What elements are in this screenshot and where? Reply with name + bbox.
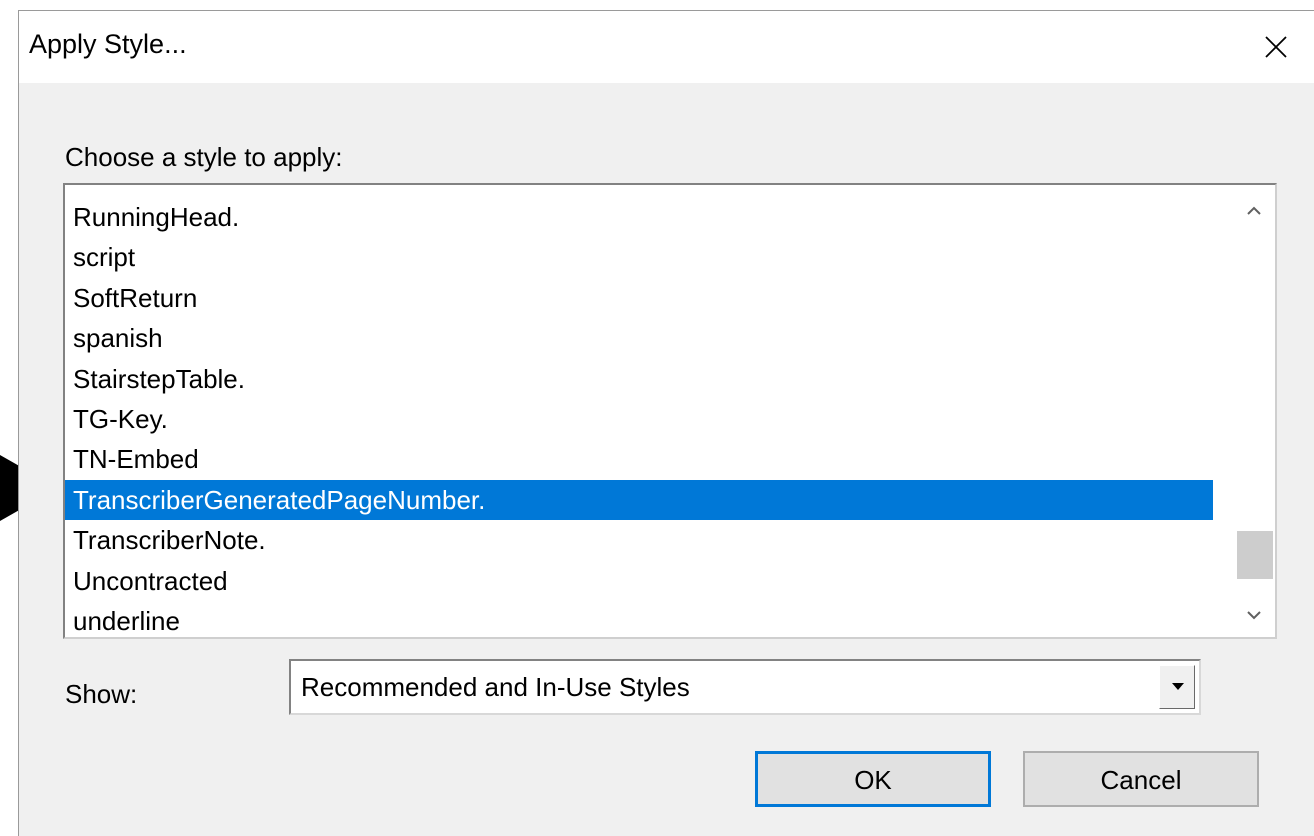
close-button[interactable] xyxy=(1238,11,1314,83)
style-list-item[interactable]: TN-Embed xyxy=(65,439,1213,479)
chevron-down-icon xyxy=(1247,611,1261,620)
style-list-item[interactable]: SoftReturn xyxy=(65,278,1213,318)
style-list-item[interactable]: StairstepTable. xyxy=(65,359,1213,399)
triangle-down-icon xyxy=(1172,683,1184,690)
style-list-item[interactable]: underline xyxy=(65,601,1213,641)
close-icon xyxy=(1265,36,1287,58)
screen: Apply Style... Choose a style to apply: … xyxy=(0,0,1314,836)
show-dropdown-button[interactable] xyxy=(1159,665,1195,709)
title-bar[interactable]: Apply Style... xyxy=(19,11,1314,83)
show-dropdown-value: Recommended and In-Use Styles xyxy=(301,672,690,702)
style-list: RunningHead. script SoftReturn spanish Stair… xyxy=(65,197,1213,641)
style-list-item[interactable]: script xyxy=(65,237,1213,277)
style-list-item[interactable]: RunningHead. xyxy=(65,197,1213,237)
scroll-up-button[interactable] xyxy=(1233,191,1275,233)
style-list-item[interactable]: TG-Key. xyxy=(65,399,1213,439)
show-label: Show: xyxy=(65,679,138,709)
vertical-scrollbar[interactable] xyxy=(1233,185,1275,637)
style-list-item[interactable]: TranscriberNote. xyxy=(65,520,1213,560)
choose-style-label: Choose a style to apply: xyxy=(65,142,343,172)
chevron-up-icon xyxy=(1247,206,1261,215)
style-list-item[interactable]: Uncontracted xyxy=(65,561,1213,601)
dialog-title: Apply Style... xyxy=(29,29,187,59)
background-window-strip xyxy=(0,0,1314,10)
cancel-button[interactable]: Cancel xyxy=(1023,751,1259,807)
style-list-item-selected[interactable]: TranscriberGeneratedPageNumber. xyxy=(65,479,1213,521)
apply-style-dialog: Apply Style... Choose a style to apply: … xyxy=(18,10,1314,836)
show-dropdown[interactable]: Recommended and In-Use Styles xyxy=(289,659,1201,715)
style-list-item[interactable]: spanish xyxy=(65,318,1213,358)
ok-button[interactable]: OK xyxy=(755,751,991,807)
scroll-thumb[interactable] xyxy=(1237,531,1273,579)
scroll-down-button[interactable] xyxy=(1233,595,1275,637)
style-listbox[interactable]: RunningHead. script SoftReturn spanish Stair… xyxy=(63,183,1277,639)
